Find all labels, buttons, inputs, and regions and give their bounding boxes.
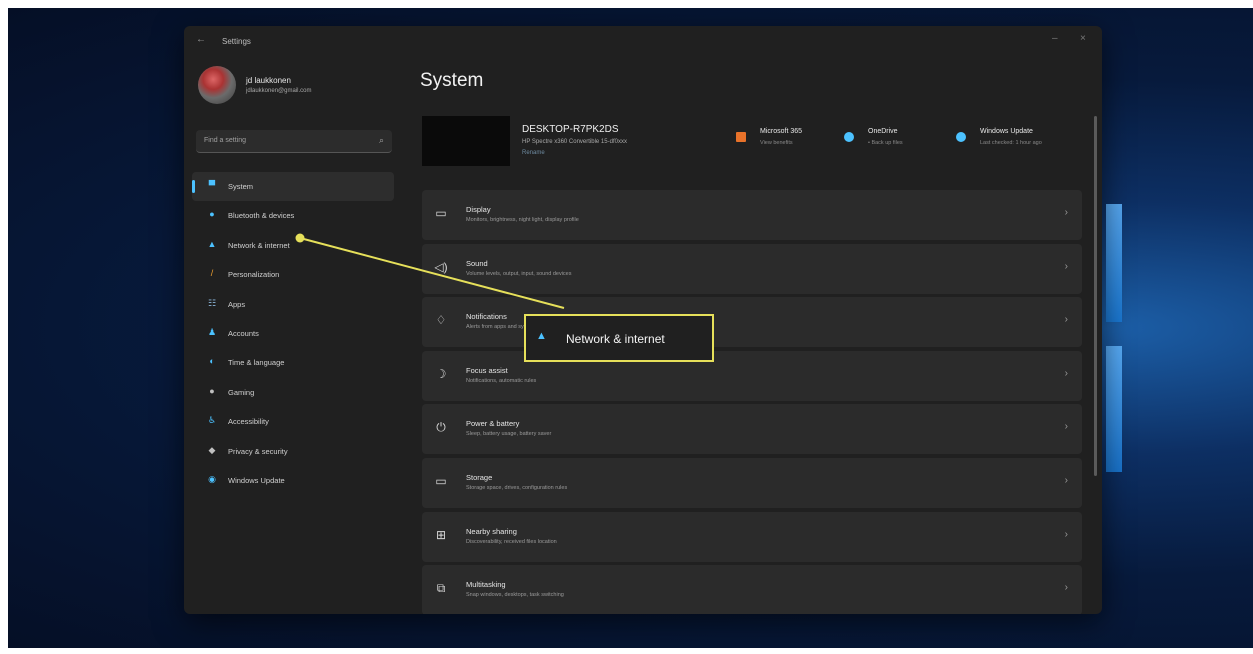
desktop-background: ← Settings – × jd laukkonen jdlaukkonen@… bbox=[8, 8, 1253, 648]
network-callout: ▲ Network & internet bbox=[524, 314, 714, 362]
callout-line bbox=[299, 237, 565, 309]
network-icon: ▲ bbox=[536, 330, 547, 342]
callout-dot bbox=[295, 233, 305, 243]
callout-label: Network & internet bbox=[566, 332, 665, 346]
